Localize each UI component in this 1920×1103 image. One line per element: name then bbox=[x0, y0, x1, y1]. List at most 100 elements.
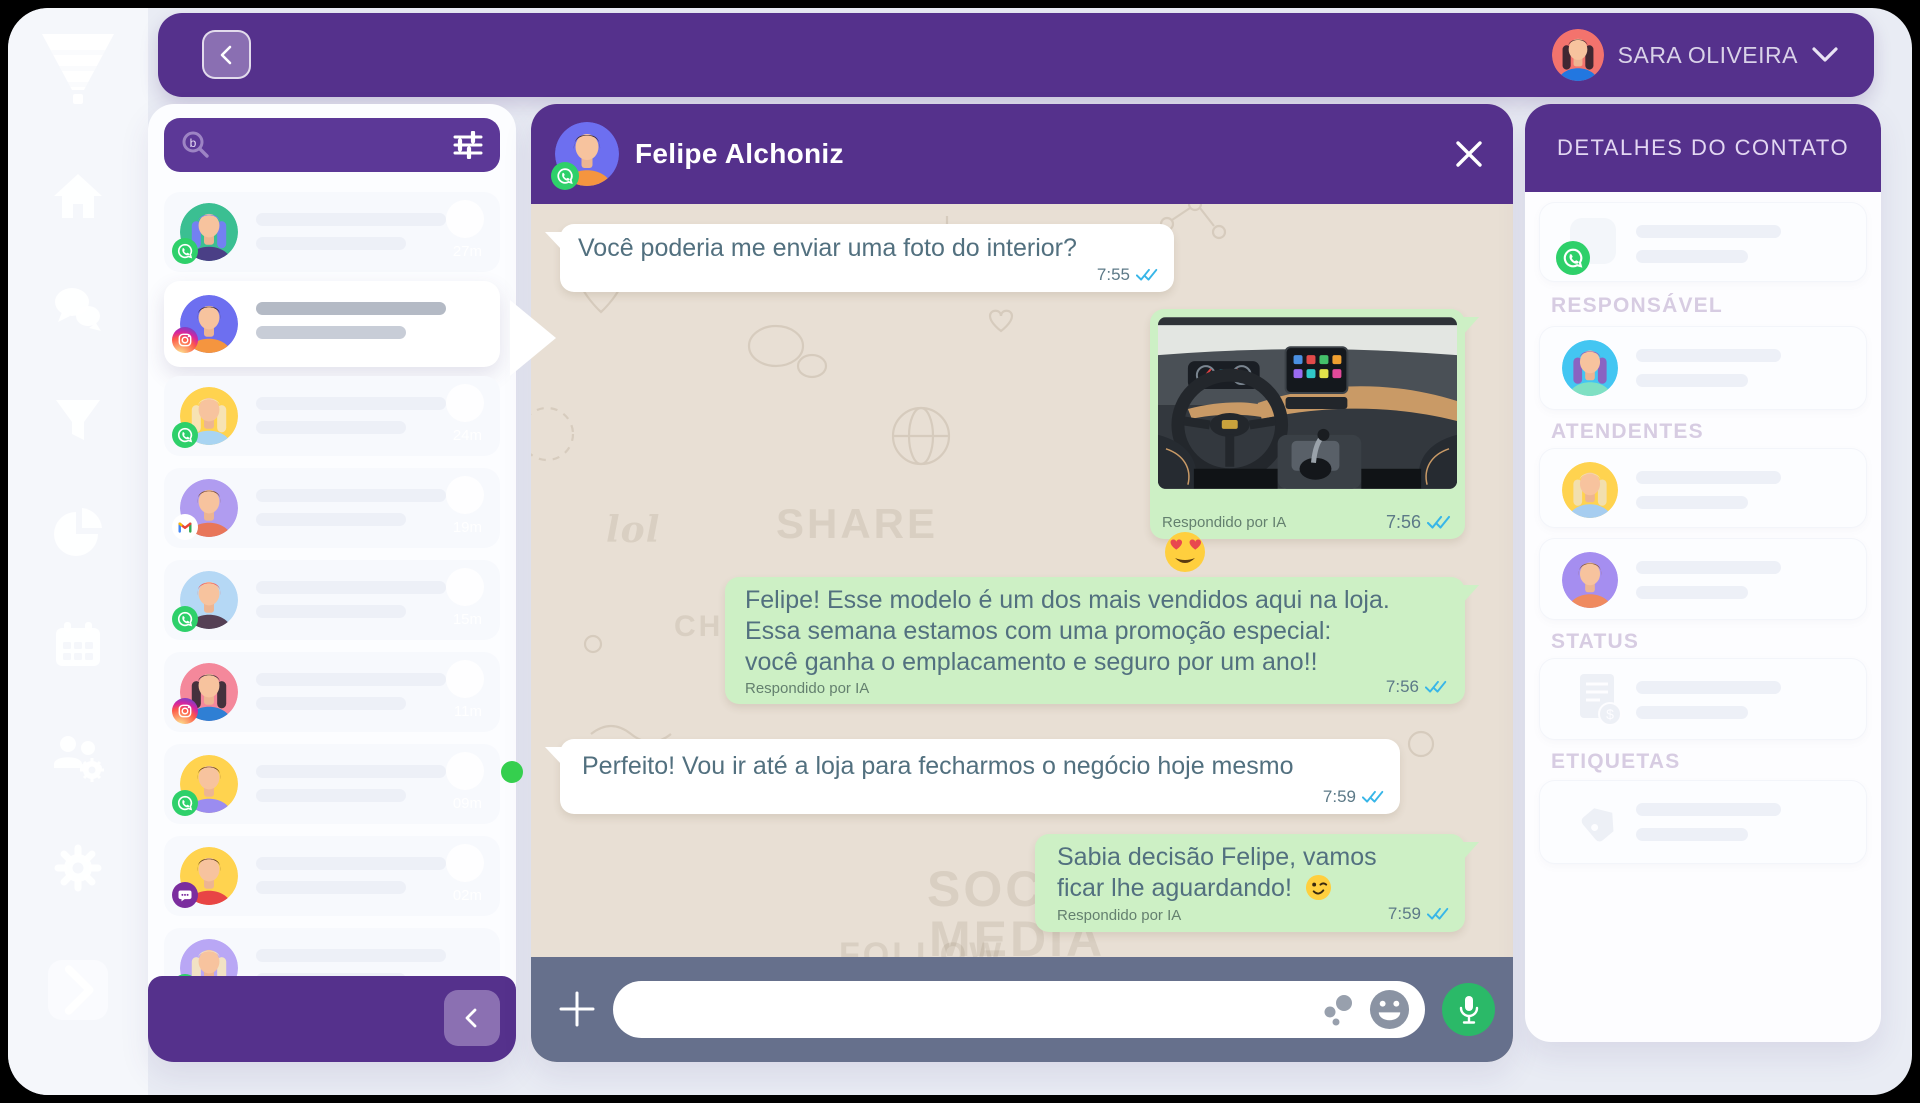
voice-record-button[interactable] bbox=[1442, 983, 1495, 1036]
svg-text:$: $ bbox=[1606, 706, 1614, 722]
search-input[interactable] bbox=[210, 118, 452, 172]
assistant-dots-icon[interactable] bbox=[1321, 993, 1355, 1027]
composer-input[interactable] bbox=[637, 981, 1277, 1038]
emoji-picker-icon[interactable] bbox=[1368, 988, 1411, 1031]
channel-badge-icon bbox=[172, 238, 198, 264]
atendente-avatar bbox=[1562, 462, 1618, 518]
skeleton-preview bbox=[256, 881, 406, 894]
wallpaper-word: SHARE bbox=[776, 500, 938, 548]
skeleton-line bbox=[1636, 374, 1748, 387]
top-bar: SARA OLIVEIRA bbox=[158, 13, 1874, 97]
message-bubble-incoming: Você poderia me enviar uma foto do inter… bbox=[560, 224, 1174, 292]
wink-emoji bbox=[1305, 874, 1332, 901]
unread-circle bbox=[446, 200, 484, 238]
sidebar-item-calendar[interactable] bbox=[50, 616, 106, 672]
conversation-item[interactable]: 02m bbox=[164, 836, 500, 916]
conversation-item-selected[interactable] bbox=[164, 281, 500, 367]
close-chat-button[interactable] bbox=[1453, 138, 1485, 170]
user-menu[interactable]: SARA OLIVEIRA bbox=[1552, 13, 1838, 97]
chat-panel: lol SHARE CH FOLLOW SOCI MEDIA Felipe Al… bbox=[531, 104, 1513, 1062]
unread-circle bbox=[446, 568, 484, 606]
skeleton-line bbox=[1636, 706, 1748, 719]
message-time: 7:59 bbox=[1388, 904, 1421, 924]
screen: SARA OLIVEIRA b bbox=[0, 0, 1920, 1103]
conversation-item[interactable]: 24m bbox=[164, 376, 500, 456]
skeleton-name bbox=[256, 673, 446, 686]
unread-circle bbox=[446, 844, 484, 882]
section-label-responsavel: RESPONSÁVEL bbox=[1551, 294, 1723, 318]
etiquetas-card bbox=[1539, 780, 1867, 864]
sidebar-expand-button[interactable] bbox=[48, 960, 108, 1020]
atendente-card bbox=[1539, 448, 1867, 528]
contact-summary-card bbox=[1539, 202, 1867, 282]
filter-sliders-icon[interactable] bbox=[452, 131, 484, 159]
attach-plus-button[interactable] bbox=[557, 989, 597, 1029]
skeleton-line bbox=[1636, 561, 1781, 574]
read-checks-icon bbox=[1425, 680, 1449, 694]
details-header: DETALHES DO CONTATO bbox=[1525, 104, 1881, 192]
atendente-card bbox=[1539, 538, 1867, 620]
skeleton-name bbox=[256, 581, 446, 594]
section-label-status: STATUS bbox=[1551, 630, 1639, 654]
responsavel-card bbox=[1539, 326, 1867, 410]
skeleton-line bbox=[1636, 586, 1748, 599]
sidebar-item-team[interactable] bbox=[50, 728, 106, 784]
message-text-line: Essa semana estamos com uma promoção esp… bbox=[745, 616, 1445, 647]
message-bubble-incoming: Perfeito! Vou ir até a loja para fecharm… bbox=[560, 739, 1400, 814]
search-lens-letter: b bbox=[190, 136, 197, 150]
message-time: 7:55 bbox=[1097, 265, 1130, 285]
ai-reply-label: Respondido por IA bbox=[745, 680, 869, 697]
sidebar-item-analytics[interactable] bbox=[50, 504, 106, 560]
read-checks-icon bbox=[1136, 268, 1160, 282]
chat-contact-name: Felipe Alchoniz bbox=[635, 138, 844, 170]
conversation-time: 24m bbox=[453, 427, 482, 444]
message-text-line: Sabia decisão Felipe, vamos bbox=[1057, 842, 1443, 873]
channel-badge-icon bbox=[551, 162, 579, 190]
section-label-etiquetas: ETIQUETAS bbox=[1551, 750, 1680, 774]
search-icon: b bbox=[180, 130, 210, 160]
message-text: Você poderia me enviar uma foto do inter… bbox=[578, 233, 1156, 264]
conversation-item[interactable]: 09m bbox=[164, 744, 500, 824]
user-name: SARA OLIVEIRA bbox=[1618, 42, 1798, 69]
car-interior-photo[interactable] bbox=[1158, 317, 1457, 489]
skeleton-name bbox=[256, 213, 446, 226]
responsavel-avatar bbox=[1562, 340, 1618, 396]
unread-circle bbox=[446, 384, 484, 422]
sidebar-item-filter[interactable] bbox=[50, 392, 106, 448]
chevron-down-icon bbox=[1812, 47, 1838, 63]
online-status-dot bbox=[501, 761, 523, 783]
skeleton-preview bbox=[256, 326, 406, 339]
section-label-atendentes: ATENDENTES bbox=[1551, 420, 1704, 444]
read-checks-icon bbox=[1427, 907, 1451, 921]
conversation-item[interactable]: 15m bbox=[164, 560, 500, 640]
message-bubble-outgoing: Sabia decisão Felipe, vamos ficar lhe ag… bbox=[1035, 834, 1465, 932]
back-button[interactable] bbox=[202, 30, 251, 79]
conversation-item[interactable]: 11m bbox=[164, 652, 500, 732]
channel-badge-icon bbox=[172, 882, 198, 908]
unread-circle bbox=[446, 752, 484, 790]
sidebar-item-home[interactable] bbox=[50, 168, 106, 224]
skeleton-line bbox=[1636, 681, 1781, 694]
message-text: ficar lhe aguardando! bbox=[1057, 874, 1292, 902]
conversation-list-panel: b 27m bbox=[148, 104, 516, 1062]
channel-badge-icon bbox=[172, 327, 198, 353]
message-text: Perfeito! Vou ir até a loja para fecharm… bbox=[582, 751, 1378, 782]
message-text-line: Felipe! Esse modelo é um dos mais vendid… bbox=[745, 585, 1445, 616]
channel-badge-icon bbox=[172, 606, 198, 632]
conversation-item[interactable]: 27m bbox=[164, 192, 500, 272]
unread-circle bbox=[446, 660, 484, 698]
skeleton-preview bbox=[256, 697, 406, 710]
skeleton-name bbox=[256, 765, 446, 778]
conversation-item[interactable]: 19m bbox=[164, 468, 500, 548]
conversation-time: 27m bbox=[453, 243, 482, 260]
skeleton-preview bbox=[256, 237, 406, 250]
contact-details-panel: DETALHES DO CONTATO RESPONSÁVEL ATENDENT… bbox=[1525, 104, 1881, 1042]
skeleton-line bbox=[1636, 471, 1781, 484]
ai-reply-label: Respondido por IA bbox=[1057, 907, 1181, 924]
invoice-icon: $ bbox=[1578, 672, 1624, 728]
sidebar-item-chats[interactable] bbox=[50, 280, 106, 336]
sidebar-item-settings[interactable] bbox=[50, 840, 106, 896]
collapse-list-button[interactable] bbox=[444, 990, 500, 1046]
conversation-time: 09m bbox=[453, 795, 482, 812]
message-bubble-outgoing-image: Respondido por IA 7:56 bbox=[1150, 309, 1465, 539]
